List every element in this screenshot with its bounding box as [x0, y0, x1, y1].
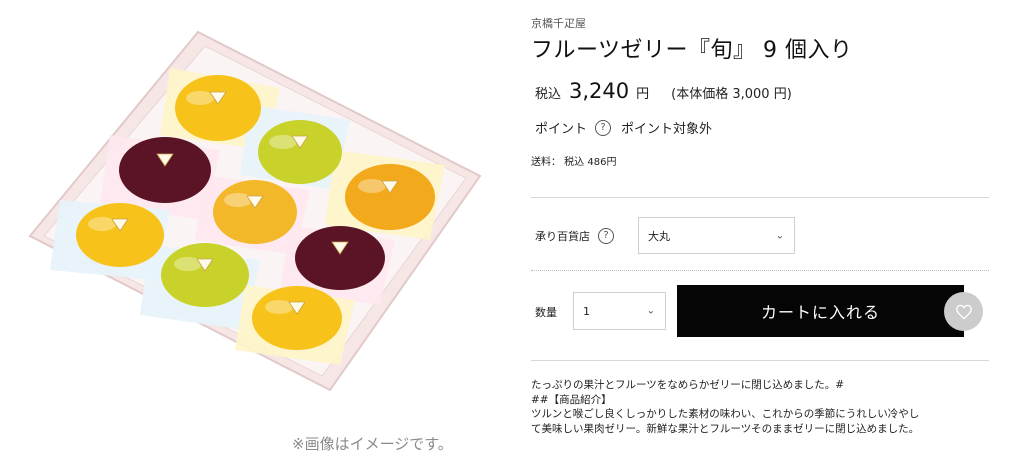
chevron-down-icon: ⌄	[646, 305, 655, 317]
divider	[531, 270, 989, 271]
price-unit: 円	[636, 87, 650, 102]
description-line: ツルンと喉ごし良くしっかりした素材の味わい、これからの季節にうれしい冷やし	[531, 408, 920, 420]
description-line: たっぷりの果汁とフルーツをなめらかゼリーに閉じ込めました。#	[531, 379, 845, 391]
store-row: 承り百貨店 ?	[535, 217, 624, 254]
quantity-selected-value: 1	[583, 304, 590, 318]
jelly-box-product-image	[28, 30, 482, 392]
product-title: フルーツゼリー『旬』 9 個入り	[531, 38, 853, 63]
base-price: (本体価格 3,000 円)	[671, 87, 792, 102]
favorite-button[interactable]	[944, 292, 983, 331]
product-image: ※画像はイメージです。	[0, 0, 500, 458]
price-row: 税込 3,240 円 (本体価格 3,000 円)	[535, 79, 792, 103]
help-icon[interactable]: ?	[598, 227, 614, 244]
store-select[interactable]: 大丸 ⌄	[638, 217, 795, 254]
description-line: て美味しい果肉ゼリー。新鮮な果汁とフルーツそのままゼリーに閉じ込めました。	[531, 422, 920, 435]
chevron-down-icon: ⌄	[775, 230, 784, 241]
brand-name[interactable]: 京橋千疋屋	[531, 15, 586, 31]
heart-icon	[955, 304, 972, 319]
store-selected-value: 大丸	[648, 229, 670, 243]
help-icon[interactable]: ?	[595, 119, 612, 136]
price-tax-label: 税込	[535, 87, 562, 102]
point-row: ポイント ? ポイント対象外	[535, 118, 712, 137]
point-label: ポイント	[535, 122, 588, 137]
product-details: 京橋千疋屋 フルーツゼリー『旬』 9 個入り 税込 3,240 円 (本体価格 …	[531, 0, 991, 458]
shipping-fee: 送料： 税込 486円	[531, 157, 617, 168]
divider	[531, 360, 989, 361]
description-line: ##【商品紹介】	[531, 393, 612, 406]
divider	[531, 197, 989, 198]
store-label: 承り百貨店	[535, 229, 590, 243]
point-value: ポイント対象外	[621, 122, 713, 137]
product-description: たっぷりの果汁とフルーツをなめらかゼリーに閉じ込めました。# ##【商品紹介】 …	[531, 378, 991, 436]
add-to-cart-button[interactable]: カートに入れる	[677, 285, 964, 337]
price-value: 3,240	[569, 79, 630, 103]
quantity-label: 数量	[535, 306, 557, 319]
quantity-select[interactable]: 1 ⌄	[573, 292, 666, 330]
image-caption: ※画像はイメージです。	[292, 435, 453, 453]
